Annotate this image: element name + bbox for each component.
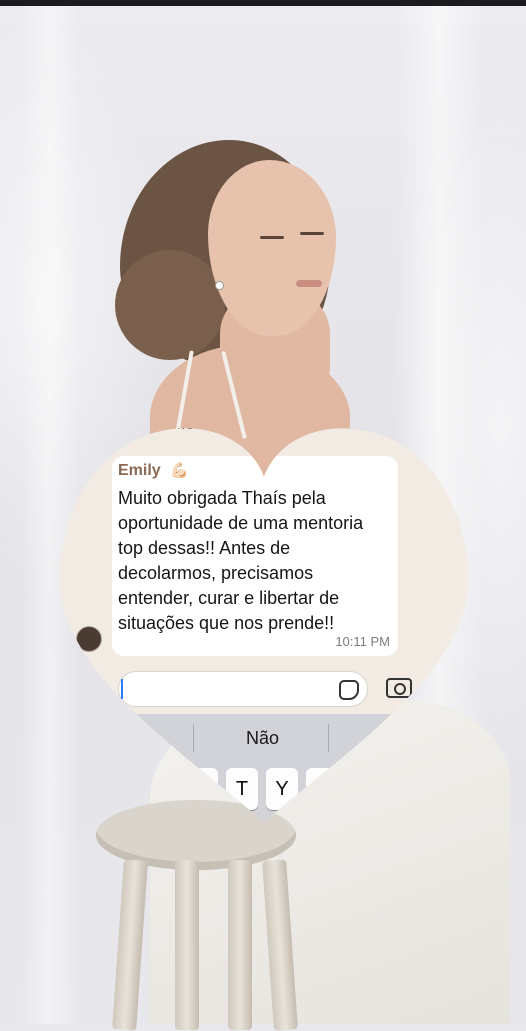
message-text: Muito obrigada Thaís pela oportunidade d… [118,488,364,633]
message-time: 10:11 PM [335,634,390,649]
flexed-biceps-icon: 💪🏻 [170,462,189,479]
sticker-icon[interactable] [339,680,359,700]
camera-icon[interactable] [386,678,412,698]
lips [296,280,322,287]
woman-hair-curl [115,250,225,360]
curtain-left [20,6,80,1024]
suggestion-divider [193,724,194,752]
message-bubble: Emily 💪🏻 Muito obrigada Thaís pela oport… [112,456,398,656]
message-input[interactable] [118,671,368,707]
stool-leg [228,860,252,1030]
closed-eye [300,232,324,235]
sender-name: Emily [118,462,161,479]
text-caret [121,679,123,699]
keyboard-suggestion[interactable]: Não [246,728,279,749]
suggestion-divider [328,724,329,752]
stool-leg [175,860,199,1030]
earring [216,282,223,289]
closed-eye [260,236,284,239]
